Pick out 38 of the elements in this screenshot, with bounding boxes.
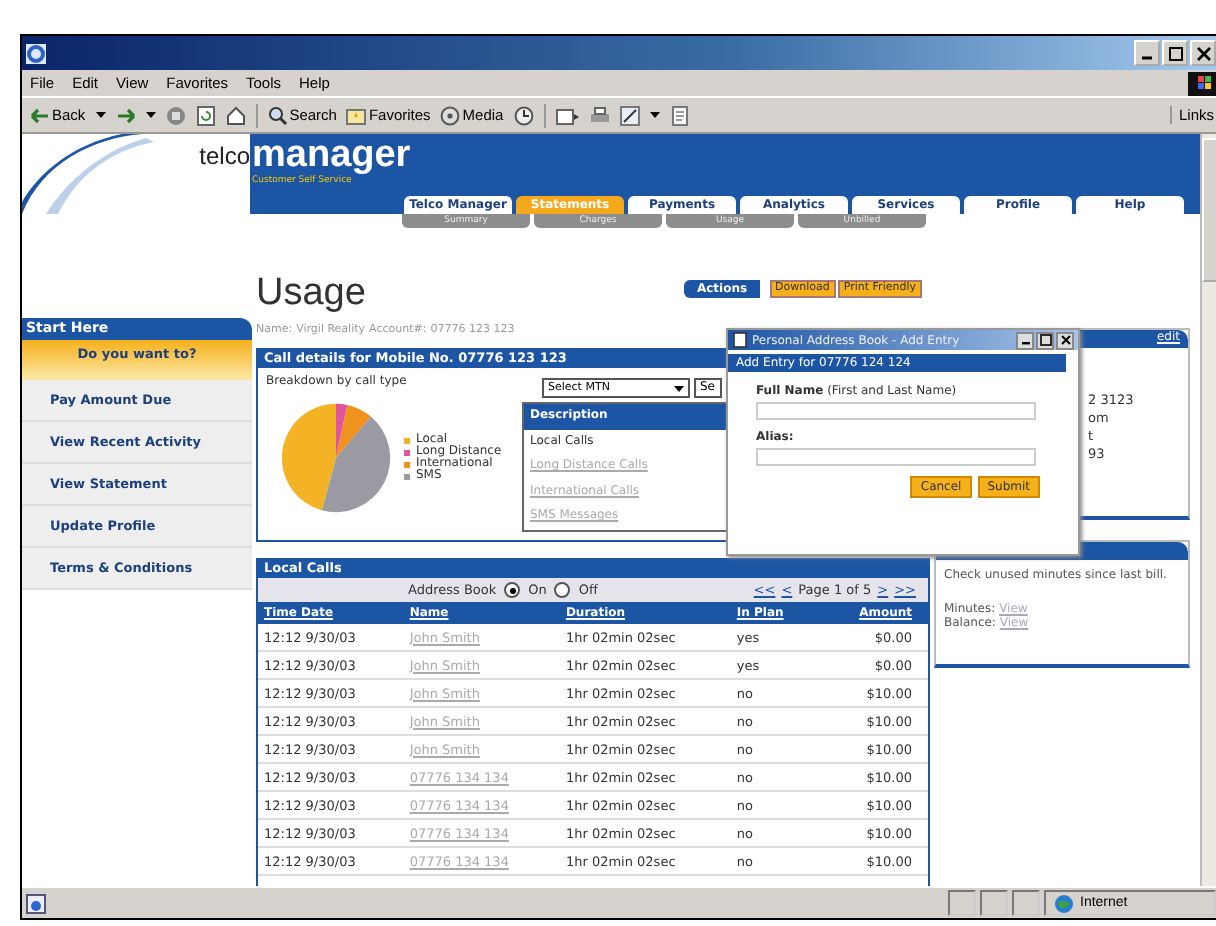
stop-icon[interactable] [165,105,186,125]
back-arrow-icon [30,107,50,123]
scrollbar[interactable] [1200,134,1216,886]
document-icon[interactable] [669,105,690,125]
maximize-icon [1167,45,1183,61]
disc-icon [440,105,461,125]
swoosh-drawing [22,134,154,214]
home-icon[interactable] [225,105,246,125]
browser-icon [26,43,46,63]
maximize-icon [1039,334,1051,346]
alias-field[interactable] [756,448,1036,466]
caret-icon[interactable] [95,112,106,118]
edit-icon[interactable] [619,105,640,125]
folder-icon [346,105,367,125]
search-icon [267,105,288,125]
forward-icon[interactable] [115,107,136,123]
brand-prefix: telco [199,142,250,174]
page-title: Usage [256,270,366,318]
close-button[interactable] [1056,331,1074,349]
minimize-button[interactable] [1016,331,1034,349]
close-icon [1059,334,1071,346]
close-icon [1195,45,1211,61]
radio-button[interactable] [554,582,571,598]
mail-icon[interactable] [555,105,580,125]
history-icon[interactable] [513,105,534,125]
globe-icon [1054,893,1074,913]
caret-icon [674,385,684,391]
full-name-field[interactable] [756,402,1036,420]
print-icon[interactable] [589,105,610,125]
caret-icon[interactable] [649,112,660,118]
minimize-icon [1142,56,1152,60]
refresh-icon[interactable] [195,105,216,125]
radio-button[interactable] [504,582,521,598]
page-icon [26,893,46,913]
caret-icon[interactable] [145,112,156,118]
maximize-button[interactable] [1036,331,1054,349]
pie-chart [278,400,394,516]
windows-logo-icon [1188,71,1216,95]
